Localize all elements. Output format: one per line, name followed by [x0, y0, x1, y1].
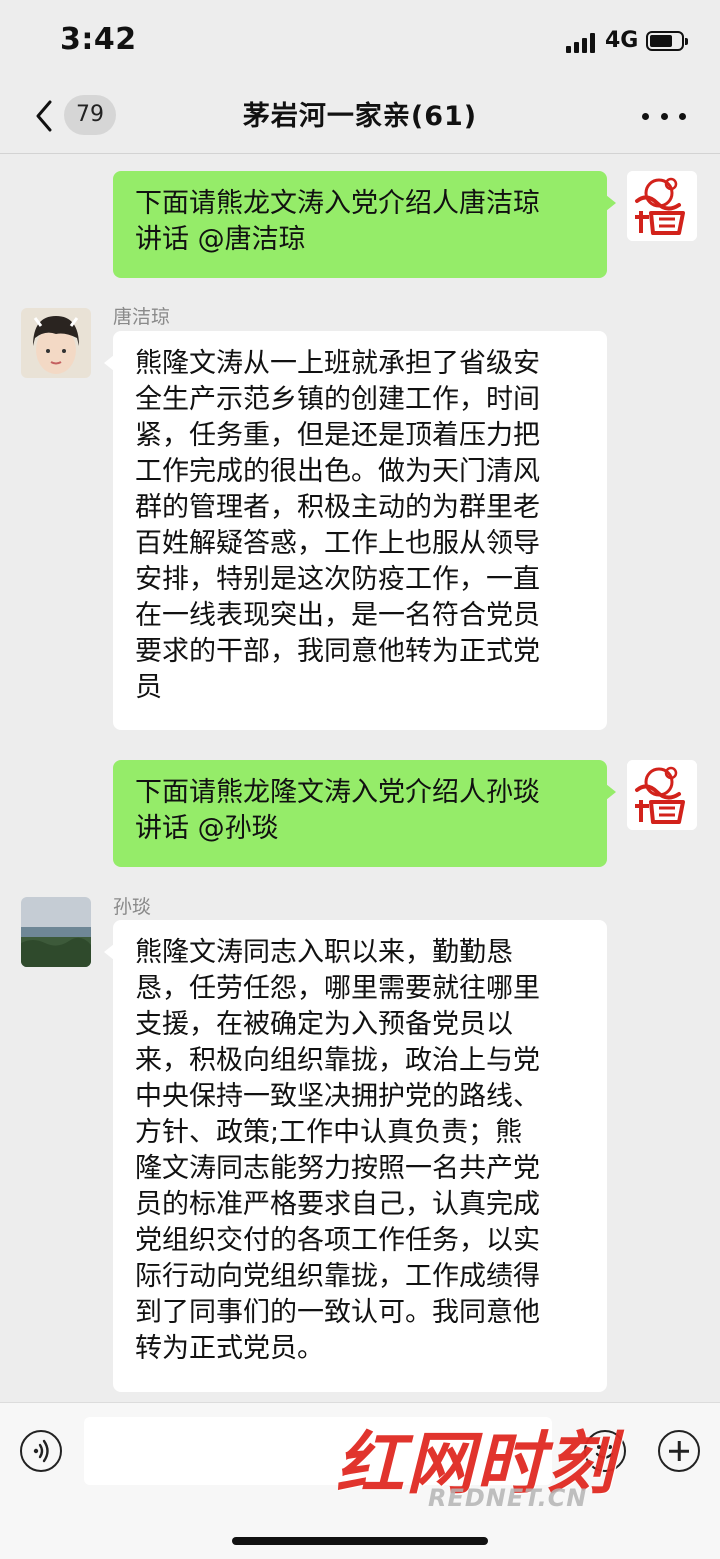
smiley-icon	[595, 1445, 614, 1459]
sender-name: 唐洁琼	[113, 306, 171, 328]
sender-avatar[interactable]	[21, 308, 91, 378]
network-type: 4G	[605, 28, 639, 53]
battery-icon	[646, 31, 688, 51]
signal-icon	[566, 33, 595, 53]
seascape-avatar-icon	[21, 897, 91, 967]
status-time: 3:42	[60, 22, 137, 57]
status-bar: 3:42 4G	[0, 0, 720, 86]
person-avatar-icon	[21, 308, 91, 378]
my-avatar[interactable]	[627, 171, 697, 241]
plus-icon[interactable]	[658, 1430, 700, 1472]
incoming-message[interactable]: 熊隆文涛从一上班就承担了省级安 全生产示范乡镇的创建工作，时间 紧，任务重，但是…	[104, 331, 607, 730]
chat-title: 茅岩河一家亲(61)	[242, 101, 478, 132]
outgoing-message[interactable]: 下面请熊龙隆文涛入党介绍人孙琰 讲话 @孙琰	[113, 760, 616, 867]
emoji-icon[interactable]	[584, 1430, 626, 1472]
sender-name: 孙琰	[113, 896, 152, 918]
fu-character-avatar-icon	[627, 171, 697, 241]
more-dots-icon[interactable]	[642, 98, 686, 134]
incoming-message[interactable]: 熊隆文涛同志入职以来，勤勤恳 恳，任劳任怨，哪里需要就往哪里 支援，在被确定为入…	[104, 920, 607, 1392]
home-indicator	[232, 1537, 488, 1545]
unread-count-badge[interactable]: 79	[64, 95, 116, 135]
message-input[interactable]	[84, 1417, 552, 1485]
sender-avatar[interactable]	[21, 897, 91, 967]
back-chevron-icon	[36, 100, 52, 132]
fu-character-avatar-icon	[627, 760, 697, 830]
back-button[interactable]	[28, 96, 64, 136]
outgoing-message[interactable]: 下面请熊龙文涛入党介绍人唐洁琼 讲话 @唐洁琼	[113, 171, 616, 278]
voice-wave-icon	[33, 1439, 49, 1463]
chat-header: 79 茅岩河一家亲(61)	[0, 86, 720, 152]
input-bar	[0, 1402, 720, 1559]
voice-icon[interactable]	[20, 1430, 62, 1472]
my-avatar[interactable]	[627, 760, 697, 830]
header-divider	[0, 153, 720, 154]
